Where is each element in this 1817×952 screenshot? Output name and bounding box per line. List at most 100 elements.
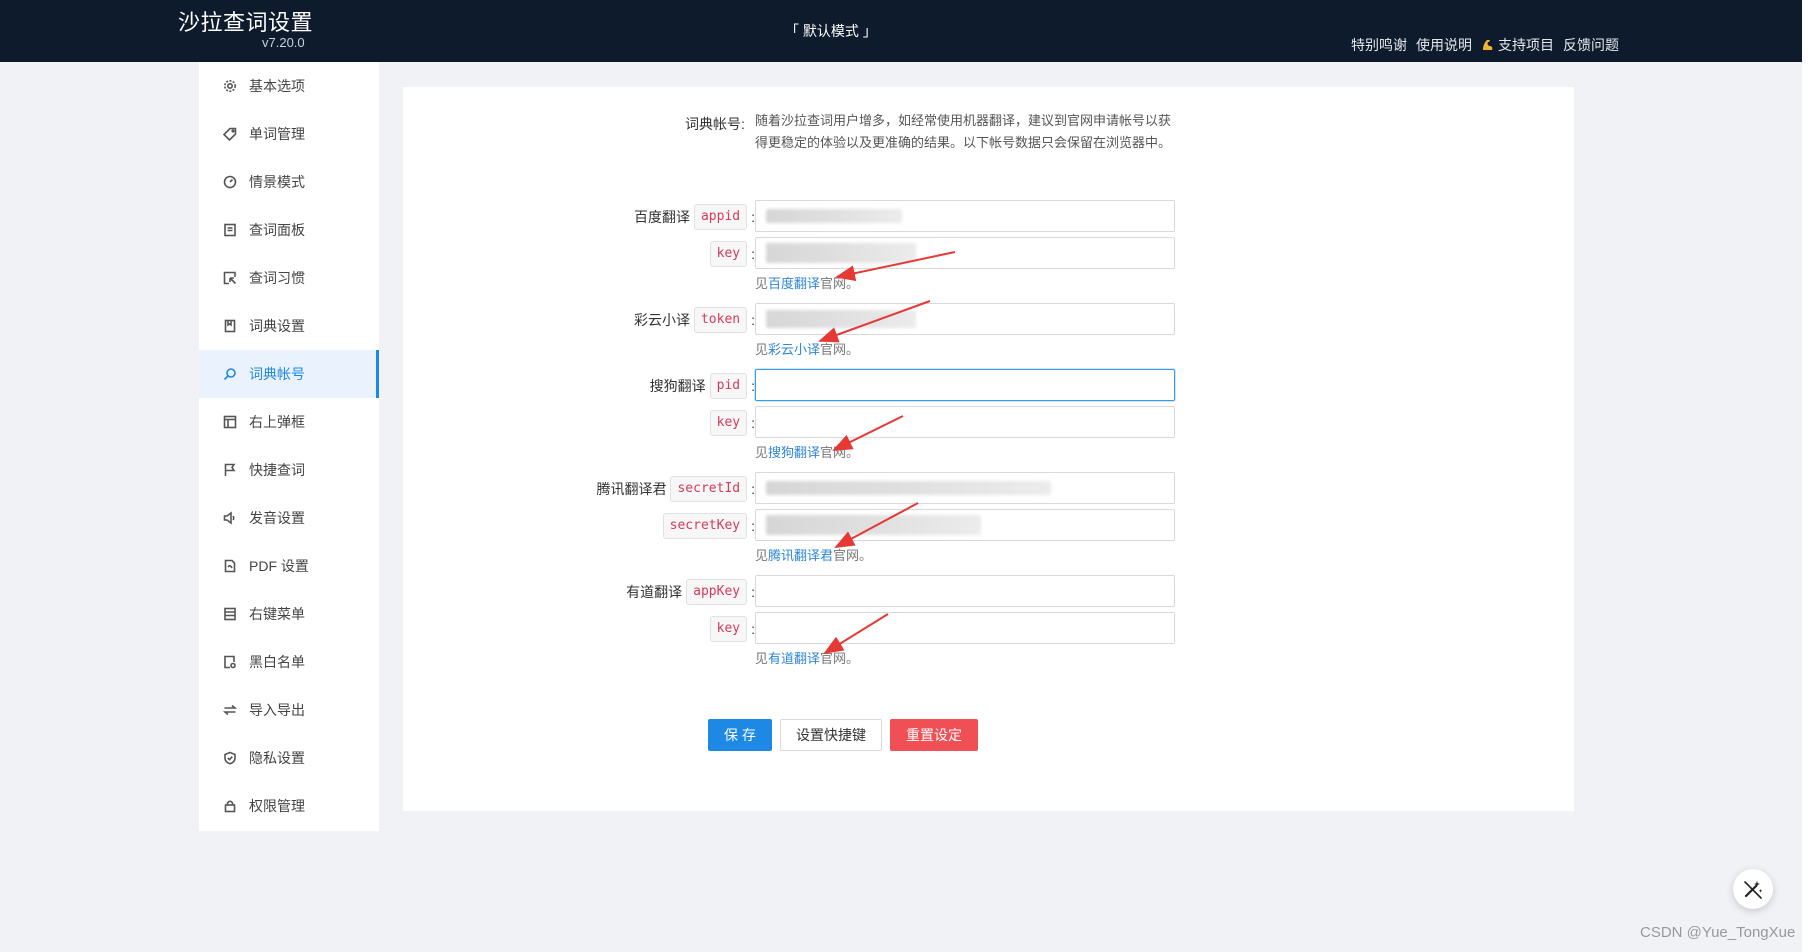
sidebar-item-habits[interactable]: 查词习惯 — [199, 254, 379, 302]
sidebar-item-privacy[interactable]: 隐私设置 — [199, 734, 379, 782]
sidebar-item-label: 词典设置 — [249, 318, 305, 334]
sidebar-item-label: 隐私设置 — [249, 750, 305, 766]
youdao-appkey-label: 有道翻译 appKey : — [626, 579, 755, 605]
sidebar-item-popup[interactable]: 右上弹框 — [199, 398, 379, 446]
caiyun-token-label: 彩云小译 token : — [634, 307, 755, 333]
sogou-pid-field[interactable] — [755, 369, 1175, 401]
baidu-key-label: key : — [709, 241, 755, 267]
select-icon — [223, 271, 237, 285]
mode-indicator[interactable]: 「 默认模式 」 — [785, 21, 877, 41]
tencent-hint: 见腾讯翻译君官网。 — [755, 545, 872, 564]
book-icon — [223, 319, 237, 333]
hint-suffix: 官网。 — [833, 548, 873, 563]
panel-icon — [223, 223, 237, 237]
window-edge — [1802, 0, 1817, 952]
sidebar-item-label: 发音设置 — [249, 510, 305, 526]
reset-button[interactable]: 重置设定 — [890, 719, 978, 751]
masked-value — [766, 515, 981, 535]
sidebar-item-blacklist[interactable]: 黑白名单 — [199, 638, 379, 686]
watermark: CSDN @Yue_TongXue — [1640, 924, 1796, 941]
sidebar-item-label: 右键菜单 — [249, 606, 305, 622]
hint-suffix: 官网。 — [820, 342, 860, 357]
sidebar-item-quicksearch[interactable]: 快捷查词 — [199, 446, 379, 494]
sidebar-item-import-export[interactable]: 导入导出 — [199, 686, 379, 734]
sidebar-item-dicts[interactable]: 词典设置 — [199, 302, 379, 350]
caiyun-name: 彩云小译 — [633, 312, 690, 328]
link-support[interactable]: 支持项目 — [1481, 35, 1554, 55]
sidebar-item-pronunciation[interactable]: 发音设置 — [199, 494, 379, 542]
menu-icon — [223, 607, 237, 621]
sidebar-item-context-menu[interactable]: 右键菜单 — [199, 590, 379, 638]
swap-icon — [223, 703, 237, 717]
brand: 沙拉查词设置 v7.20.0 — [178, 10, 314, 50]
floating-action-button[interactable] — [1733, 869, 1773, 909]
baidu-appid-field[interactable] — [755, 200, 1175, 232]
link-manual[interactable]: 使用说明 — [1416, 35, 1472, 55]
sidebar-item-label: 导入导出 — [249, 702, 305, 718]
sogou-hint: 见搜狗翻译官网。 — [755, 442, 859, 461]
sidebar-item-pdf[interactable]: PDF 设置 — [199, 542, 379, 590]
appid-tag: appid — [693, 204, 748, 230]
sidebar-item-label: 黑白名单 — [249, 654, 305, 670]
save-button[interactable]: 保 存 — [708, 719, 772, 751]
sogou-name: 搜狗翻译 — [649, 378, 706, 394]
baidu-appid-label: 百度翻译 appid : — [634, 204, 755, 230]
masked-value — [766, 209, 902, 223]
tencent-secretid-field[interactable] — [755, 472, 1175, 504]
description-text: 随着沙拉查词用户增多，如经常使用机器翻译，建议到官网申请帐号以获得更稳定的体验以… — [755, 113, 1172, 150]
list-icon — [223, 655, 237, 669]
secretid-tag: secretId — [670, 476, 748, 502]
header-links: 特别鸣谢 使用说明 支持项目 反馈问题 — [1351, 35, 1619, 55]
tencent-link[interactable]: 腾讯翻译君 — [768, 548, 833, 563]
baidu-hint: 见百度翻译官网。 — [755, 273, 859, 292]
sidebar-item-accounts[interactable]: 词典帐号 — [199, 350, 379, 398]
app-title: 沙拉查词设置 — [178, 10, 314, 35]
youdao-appkey-field[interactable] — [755, 575, 1175, 607]
pdf-icon — [223, 559, 237, 573]
sidebar-item-label: 快捷查词 — [249, 462, 305, 478]
tencent-secretkey-field[interactable] — [755, 509, 1175, 541]
youdao-key-label: key : — [709, 616, 755, 642]
link-thanks[interactable]: 特别鸣谢 — [1351, 35, 1407, 55]
set-shortcut-button[interactable]: 设置快捷键 — [780, 719, 882, 751]
settings-panel: 词典帐号: 随着沙拉查词用户增多，如经常使用机器翻译，建议到官网申请帐号以获得更… — [403, 87, 1574, 811]
hint-suffix: 官网。 — [820, 651, 860, 666]
sidebar-item-label: 查词习惯 — [249, 270, 305, 286]
secretkey-tag: secretKey — [662, 513, 748, 539]
sidebar-item-words[interactable]: 单词管理 — [199, 110, 379, 158]
sidebar-item-profiles[interactable]: 情景模式 — [199, 158, 379, 206]
hint-prefix: 见 — [755, 445, 769, 460]
baidu-name: 百度翻译 — [633, 209, 690, 225]
sogou-key-label: key : — [709, 410, 755, 436]
link-feedback[interactable]: 反馈问题 — [1563, 35, 1619, 55]
key-tag: key — [709, 241, 748, 267]
tencent-secretkey-label: secretKey : — [662, 513, 755, 539]
magic-wand-icon — [1744, 881, 1763, 899]
lock-icon — [223, 799, 237, 813]
description-label: 词典帐号: — [685, 116, 745, 132]
sidebar-item-label: 基本选项 — [249, 78, 305, 94]
shield-icon — [223, 751, 237, 765]
baidu-link[interactable]: 百度翻译 — [768, 276, 820, 291]
top-bar: 沙拉查词设置 v7.20.0 「 默认模式 」 特别鸣谢 使用说明 支持项目 反… — [0, 0, 1802, 62]
caiyun-link[interactable]: 彩云小译 — [768, 342, 820, 357]
hint-prefix: 见 — [755, 276, 769, 291]
dashboard-icon — [223, 175, 237, 189]
baidu-key-field[interactable] — [755, 237, 1175, 269]
tag-icon — [223, 127, 237, 141]
tencent-name: 腾讯翻译君 — [596, 481, 667, 497]
youdao-key-field[interactable] — [755, 612, 1175, 644]
youdao-link[interactable]: 有道翻译 — [768, 651, 820, 666]
hint-suffix: 官网。 — [820, 445, 860, 460]
caiyun-token-field[interactable] — [755, 303, 1175, 335]
sidebar-item-panel[interactable]: 查词面板 — [199, 206, 379, 254]
sidebar-item-basic[interactable]: 基本选项 — [199, 62, 379, 110]
hint-prefix: 见 — [755, 342, 769, 357]
sogou-link[interactable]: 搜狗翻译 — [768, 445, 820, 460]
appkey-tag: appKey — [686, 579, 748, 605]
pid-tag: pid — [709, 373, 748, 399]
layout-icon — [223, 415, 237, 429]
sidebar-item-permissions[interactable]: 权限管理 — [199, 782, 379, 830]
sidebar-item-label: 查词面板 — [249, 222, 305, 238]
sogou-key-field[interactable] — [755, 406, 1175, 438]
